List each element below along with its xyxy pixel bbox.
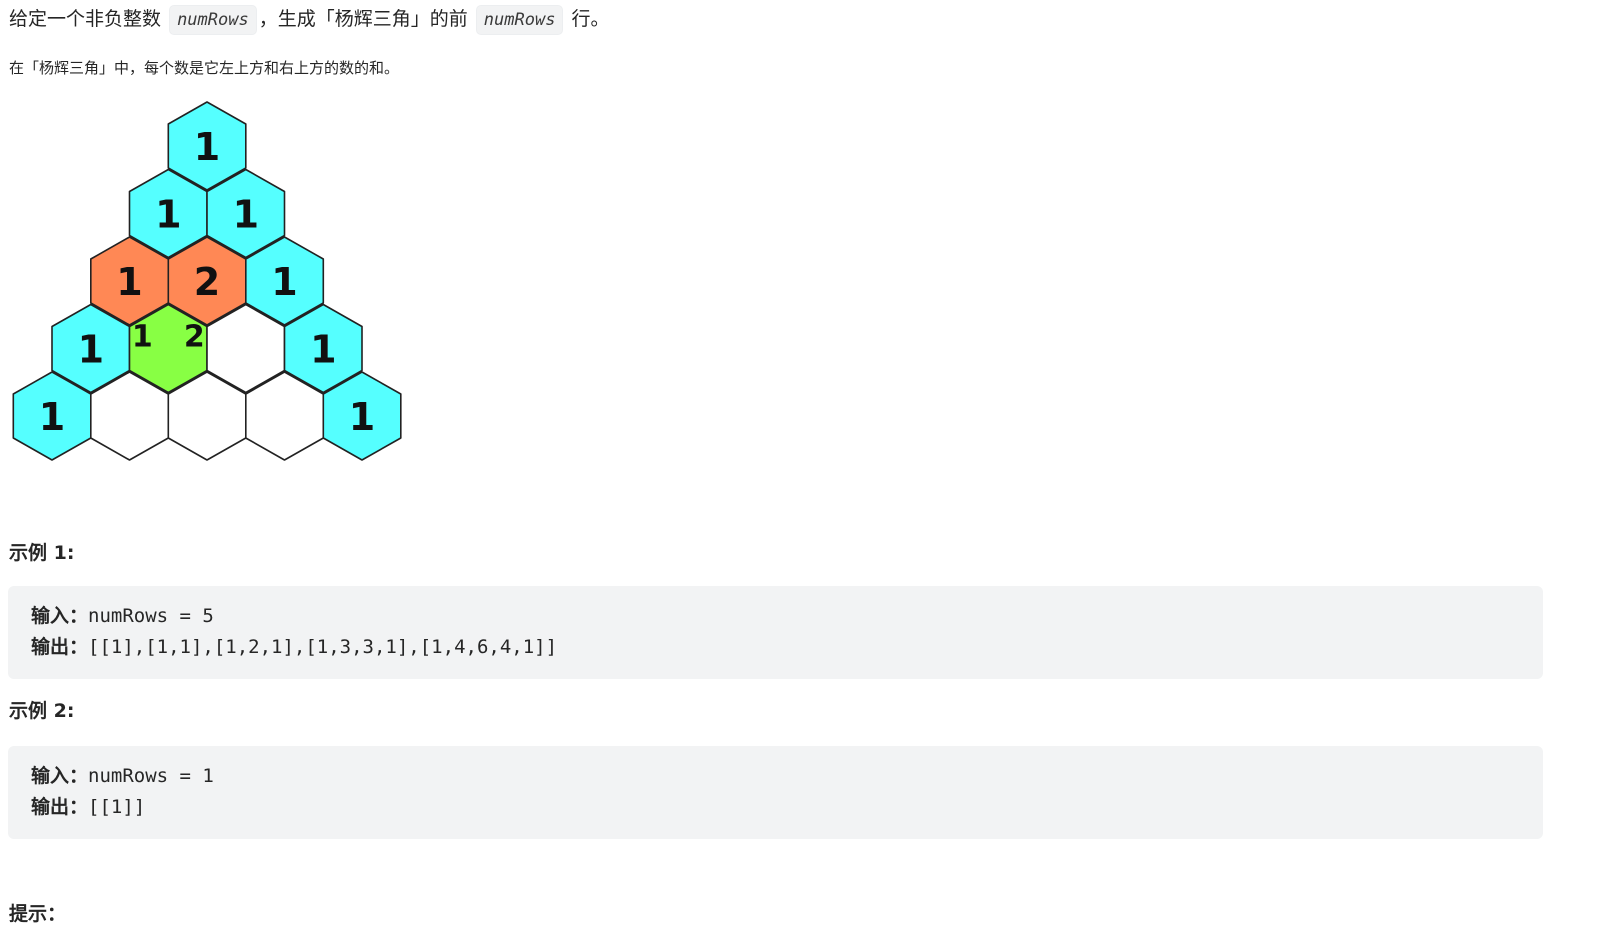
example-2-input-value: numRows = 1 (88, 765, 214, 787)
example-2-input-label: 输入： (31, 765, 89, 787)
hex-value-r0-c0: 1 (194, 125, 220, 169)
problem-intro: 给定一个非负整数 numRows ，生成「杨辉三角」的前 numRows 行。 (9, 2, 610, 36)
hex-value-r4-c4: 1 (349, 395, 375, 439)
example-2-output: 输出：[[1]] (31, 794, 145, 820)
hex-value-r1-c0: 1 (155, 193, 181, 237)
pascal-triangle-figure: 111121111112 (8, 98, 408, 473)
hex-value-r2-c0: 1 (116, 260, 142, 304)
pascal-rule-note: 在「杨辉三角」中，每个数是它左上方和右上方的数的和。 (9, 59, 400, 77)
hint-title: 提示： (9, 903, 67, 925)
inline-code-numrows: numRows (169, 4, 257, 35)
example-2-input: 输入：numRows = 1 (31, 763, 214, 789)
example-1-output: 输出：[[1],[1,1],[1,2,1],[1,3,3,1],[1,4,6,4… (31, 634, 557, 660)
hex-value-r4-c0: 1 (39, 395, 65, 439)
child-addend-label-2: 2 (184, 320, 205, 355)
example-2-output-value: [[1]] (88, 796, 146, 818)
child-addend-label-1: 1 (132, 320, 153, 355)
example-1-input-label: 输入： (31, 605, 89, 627)
intro-middle: ，生成「杨辉三角」的前 (258, 8, 468, 30)
intro-suffix: 行。 (571, 8, 610, 30)
hex-value-r1-c1: 1 (233, 193, 259, 237)
inline-code-numrows-2: numRows (475, 4, 564, 35)
intro-prefix: 给定一个非负整数 (9, 8, 162, 30)
example-1-output-value: [[1],[1,1],[1,2,1],[1,3,3,1],[1,4,6,4,1]… (88, 636, 558, 658)
pascal-triangle-svg: 11 11 2 11 11 11 2 (12, 101, 402, 461)
example-2-title: 示例 2: (9, 700, 75, 722)
example-1-box: 输入：numRows = 5 输出：[[1],[1,1],[1,2,1],[1,… (8, 586, 1543, 679)
example-1-output-label: 输出： (31, 636, 89, 658)
example-1-title: 示例 1: (9, 542, 75, 564)
example-1-input: 输入：numRows = 5 (31, 603, 214, 629)
hex-value-r3-c0: 1 (78, 328, 104, 372)
hex-value-r3-c3: 1 (310, 328, 336, 372)
example-1-input-value: numRows = 5 (88, 605, 214, 627)
hex-value-r2-c1: 2 (194, 260, 220, 304)
example-2-box: 输入：numRows = 1 输出：[[1]] (8, 746, 1543, 839)
example-2-output-label: 输出： (31, 796, 89, 818)
hex-value-r2-c2: 1 (271, 260, 297, 304)
